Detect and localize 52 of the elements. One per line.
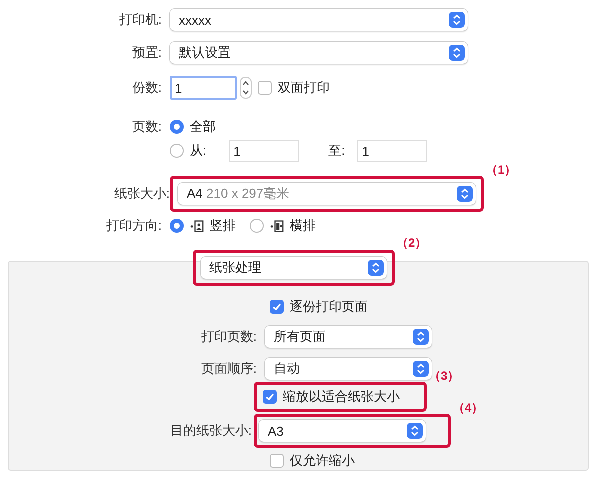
field-label: 至:: [328, 142, 346, 160]
destination-size-select[interactable]: A3: [259, 420, 426, 442]
checkbox-label: 双面打印: [278, 79, 330, 97]
field-label: 打印方向:: [105, 217, 163, 235]
checkbox-label: 逐份打印页面: [290, 298, 368, 316]
field-label: 打印机:: [118, 11, 163, 29]
pages-select[interactable]: 所有页面: [265, 326, 432, 348]
field-label: 预置:: [131, 44, 163, 62]
stepper-icon: [407, 423, 423, 439]
copies-field[interactable]: 1: [170, 76, 237, 100]
callout-label: （1）: [486, 162, 517, 179]
paper-size-select[interactable]: A4 210 x 297毫米: [178, 183, 476, 205]
field-label: 目的纸张大小:: [169, 422, 253, 440]
checkbox[interactable]: [263, 390, 277, 404]
radio-label: 竖排: [210, 217, 236, 235]
radio-button[interactable]: [170, 120, 184, 134]
stepper-icon: [368, 260, 384, 276]
radio-label: 全部: [190, 118, 216, 136]
callout-label: （4）: [453, 400, 484, 417]
page-order-select[interactable]: 自动: [265, 358, 432, 380]
radio-label: 从:: [190, 142, 207, 160]
stepper-icon: [413, 329, 429, 345]
checkbox-label: 缩放以适合纸张大小: [283, 388, 400, 406]
radio-button[interactable]: [170, 144, 184, 158]
field-label: 打印页数:: [200, 328, 258, 346]
stepper-icon: [449, 45, 465, 61]
stepper-icon: [457, 186, 473, 202]
checkbox[interactable]: [270, 300, 284, 314]
radio-button[interactable]: [250, 219, 264, 233]
to-field[interactable]: 1: [357, 140, 428, 162]
stepper-icon: [413, 361, 429, 377]
callout-label: （2）: [396, 235, 428, 252]
field-label: 份数:: [131, 79, 163, 97]
field-label: 纸张大小:: [113, 185, 170, 203]
check-icon: [264, 391, 276, 403]
radio-label: 横排: [290, 217, 316, 235]
preset-select[interactable]: 默认设置: [170, 42, 468, 64]
portrait-icon: [190, 220, 204, 232]
checkbox[interactable]: [258, 81, 272, 95]
landscape-icon: [270, 220, 284, 232]
field-label: 页面顺序:: [200, 360, 258, 378]
callout-label: （3）: [429, 368, 460, 385]
printer-select[interactable]: xxxxx: [170, 9, 468, 31]
from-field[interactable]: 1: [228, 140, 299, 162]
checkbox[interactable]: [270, 454, 284, 468]
field-label: 页数:: [131, 118, 163, 136]
radio-button[interactable]: [170, 219, 184, 233]
stepper-icon: [449, 12, 465, 28]
stepper-icon[interactable]: [240, 77, 252, 99]
checkbox-label: 仅允许缩小: [290, 452, 355, 470]
section-select[interactable]: 纸张处理: [200, 257, 386, 279]
check-icon: [271, 301, 283, 313]
